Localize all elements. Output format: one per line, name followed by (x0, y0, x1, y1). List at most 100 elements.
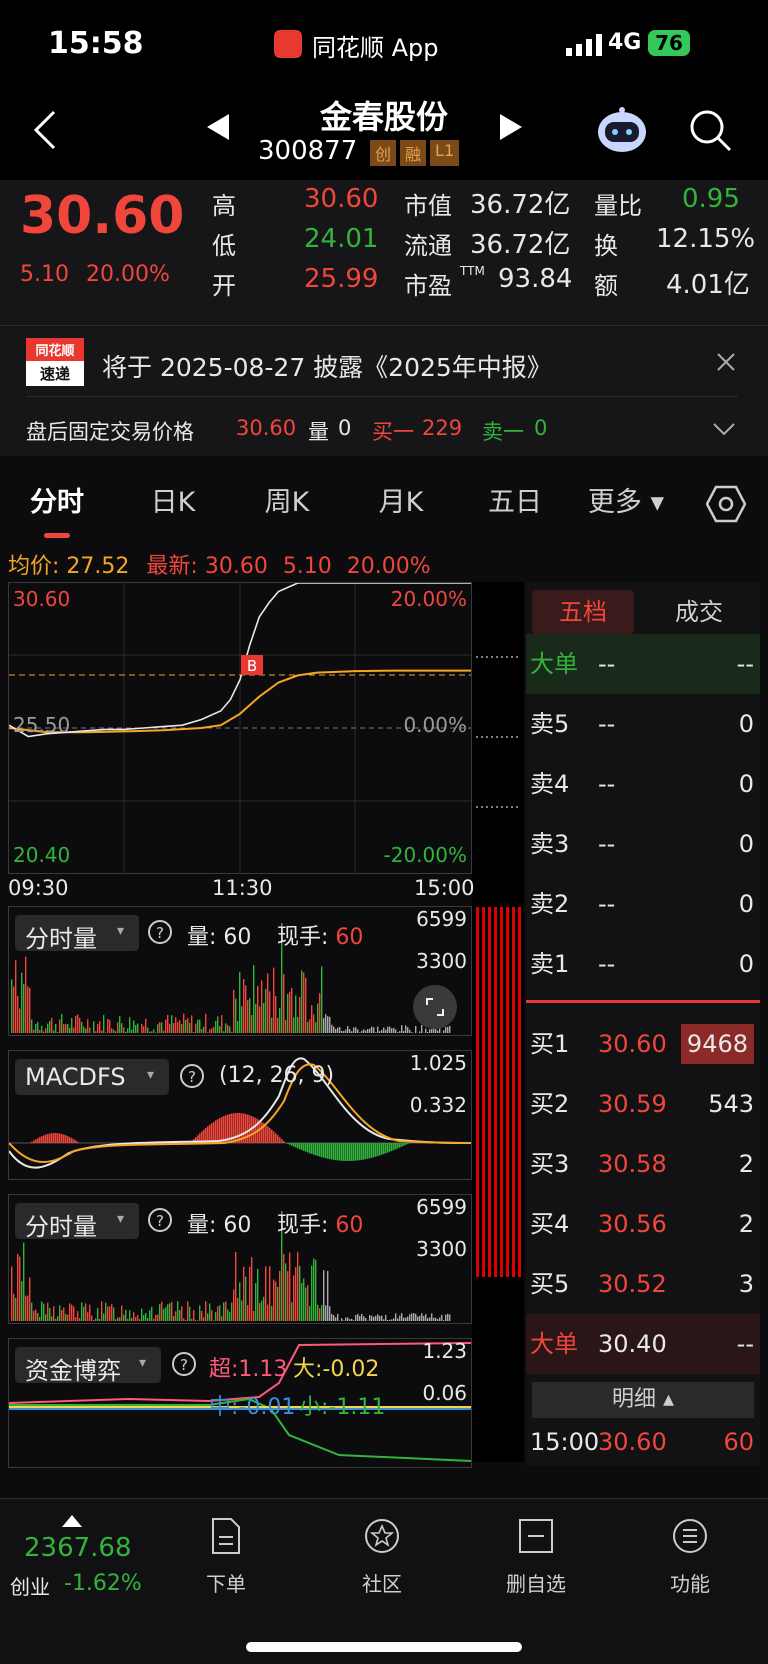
volume-bar (213, 1027, 214, 1033)
remove-watchlist-tab[interactable]: 删自选 (486, 1517, 586, 1597)
price-change: 5.10 (20, 262, 69, 287)
volume-bar (433, 1028, 434, 1033)
indicator-macd[interactable]: MACDFS ▾ ? (12, 26, 9) 1.025 0.332 (8, 1050, 472, 1180)
tab-five-day[interactable]: 五日 (478, 463, 552, 543)
back-icon[interactable] (30, 110, 62, 150)
volume-bar (357, 1029, 358, 1033)
tab-more[interactable]: 更多 ▾ (586, 463, 666, 543)
volume-bar (177, 1301, 178, 1321)
index-value[interactable]: 2367.68 (24, 1533, 132, 1563)
help-icon[interactable]: ? (147, 1207, 173, 1233)
volume-bar (449, 1314, 450, 1321)
notice-text[interactable]: 将于 2025-08-27 披露《2025年中报》 (102, 348, 552, 384)
volume-bar (211, 1028, 212, 1033)
volume-bar (371, 1027, 372, 1033)
volume-bar (267, 973, 268, 1033)
bid-row[interactable]: 买1 30.60 9468 (526, 1014, 760, 1074)
bid-row[interactable]: 买5 30.52 3 (526, 1254, 760, 1314)
indicator-capital-game[interactable]: 资金博弈 ▾ ? 超:1.13 大:-0.02 中:-0.01 小:-1.11 … (8, 1338, 472, 1468)
search-icon[interactable] (688, 108, 732, 152)
volume-bar (93, 1021, 94, 1033)
volume-bar (109, 1306, 110, 1321)
volume-bar (411, 1313, 412, 1321)
volume-bar (247, 1000, 248, 1033)
volume-bar (179, 1020, 180, 1033)
open-value: 25.99 (304, 264, 378, 294)
macd-bar (385, 1143, 387, 1153)
help-icon[interactable]: ? (171, 1351, 197, 1377)
volume-bar (383, 1319, 384, 1321)
volume-bar (169, 1024, 170, 1033)
macd-bar (77, 1142, 79, 1143)
triangle-up-icon (62, 1515, 82, 1527)
volume-bar (327, 1016, 328, 1033)
bid-row[interactable]: 买3 30.58 2 (526, 1134, 760, 1194)
volume-bar (19, 1257, 20, 1321)
macd-bar (367, 1143, 369, 1159)
tab-trades[interactable]: 成交 (648, 590, 750, 634)
tab-week-k[interactable]: 周K (250, 463, 324, 543)
expand-icon[interactable] (413, 985, 457, 1029)
volume-bar (373, 1027, 374, 1033)
volume-bar (387, 1320, 388, 1321)
settings-hex-icon[interactable] (706, 485, 746, 523)
volume-bar (363, 1316, 364, 1321)
volume-bar (23, 1243, 24, 1321)
volume-bar (59, 1305, 60, 1321)
intraday-chart[interactable]: B 30.60 25.50 20.40 20.00% 0.00% -20.00% (8, 582, 472, 874)
index-name: 创业 (10, 1571, 50, 1600)
bid-row[interactable]: 买2 30.59 543 (526, 1074, 760, 1134)
prev-stock-icon[interactable] (205, 114, 231, 140)
tab-fenshi[interactable]: 分时 (20, 463, 94, 543)
next-stock-icon[interactable] (498, 114, 524, 140)
close-icon[interactable] (716, 352, 736, 372)
volume-bar (427, 1032, 428, 1033)
ask-row[interactable]: 卖1 -- 0 (526, 934, 760, 994)
volume-bar (51, 1018, 52, 1033)
ind1-selector[interactable]: 分时量 ▾ (15, 915, 139, 951)
ind2-selector[interactable]: MACDFS ▾ (15, 1059, 169, 1095)
function-tab[interactable]: 功能 (640, 1517, 740, 1597)
tab-month-k[interactable]: 月K (364, 463, 438, 543)
order-tab[interactable]: 下单 (176, 1517, 276, 1597)
volume-bar (93, 1320, 94, 1321)
volume-bar (227, 1310, 228, 1321)
community-tab[interactable]: 社区 (332, 1517, 432, 1597)
ask-row[interactable]: 卖5 -- 0 (526, 694, 760, 754)
price-change-pct: 20.00% (86, 262, 170, 287)
bid-row[interactable]: 买4 30.56 2 (526, 1194, 760, 1254)
help-icon[interactable]: ? (147, 919, 173, 945)
volume-bar (297, 1252, 298, 1321)
help-icon[interactable]: ? (179, 1063, 205, 1089)
volume-bar (187, 1018, 188, 1033)
chevron-down-icon[interactable] (712, 422, 736, 436)
ind4-selector[interactable]: 资金博弈 ▾ (15, 1347, 161, 1383)
ask-row[interactable]: 卖4 -- 0 (526, 754, 760, 814)
indicator-volume-2[interactable]: 分时量 ▾ ? 量: 60 现手: 60 6599 3300 (8, 1194, 472, 1324)
macd-bar (269, 1128, 271, 1143)
volume-bar (331, 1025, 332, 1033)
tab-five-level[interactable]: 五档 (532, 590, 634, 634)
tab-day-k[interactable]: 日K (136, 463, 210, 543)
macd-bar (273, 1132, 275, 1143)
detail-toggle[interactable]: 明细 ▴ (532, 1382, 754, 1418)
ind1-vol: 量: 60 (187, 919, 251, 951)
ind3-selector[interactable]: 分时量 ▾ (15, 1203, 139, 1239)
macd-bar (43, 1135, 45, 1143)
volume-bar (221, 1015, 222, 1033)
volume-bar (319, 993, 320, 1033)
ask-row[interactable]: 卖2 -- 0 (526, 874, 760, 934)
robot-assistant-icon[interactable] (596, 104, 648, 156)
volume-bar (275, 996, 276, 1033)
volume-bar (391, 1028, 392, 1033)
macd-bar (55, 1133, 57, 1143)
macd-bar (39, 1137, 41, 1143)
volume-bar (133, 1312, 134, 1321)
volume-bar (193, 1032, 194, 1033)
volume-bar (179, 1310, 180, 1321)
indicator-volume-1[interactable]: 分时量 ▾ ? 量: 60 现手: 60 6599 3300 (8, 906, 472, 1036)
volume-bar (269, 1266, 270, 1321)
after-hours-label: 盘后固定交易价格 (26, 416, 194, 446)
ask-row[interactable]: 卖3 -- 0 (526, 814, 760, 874)
volume-bar (435, 1318, 436, 1321)
